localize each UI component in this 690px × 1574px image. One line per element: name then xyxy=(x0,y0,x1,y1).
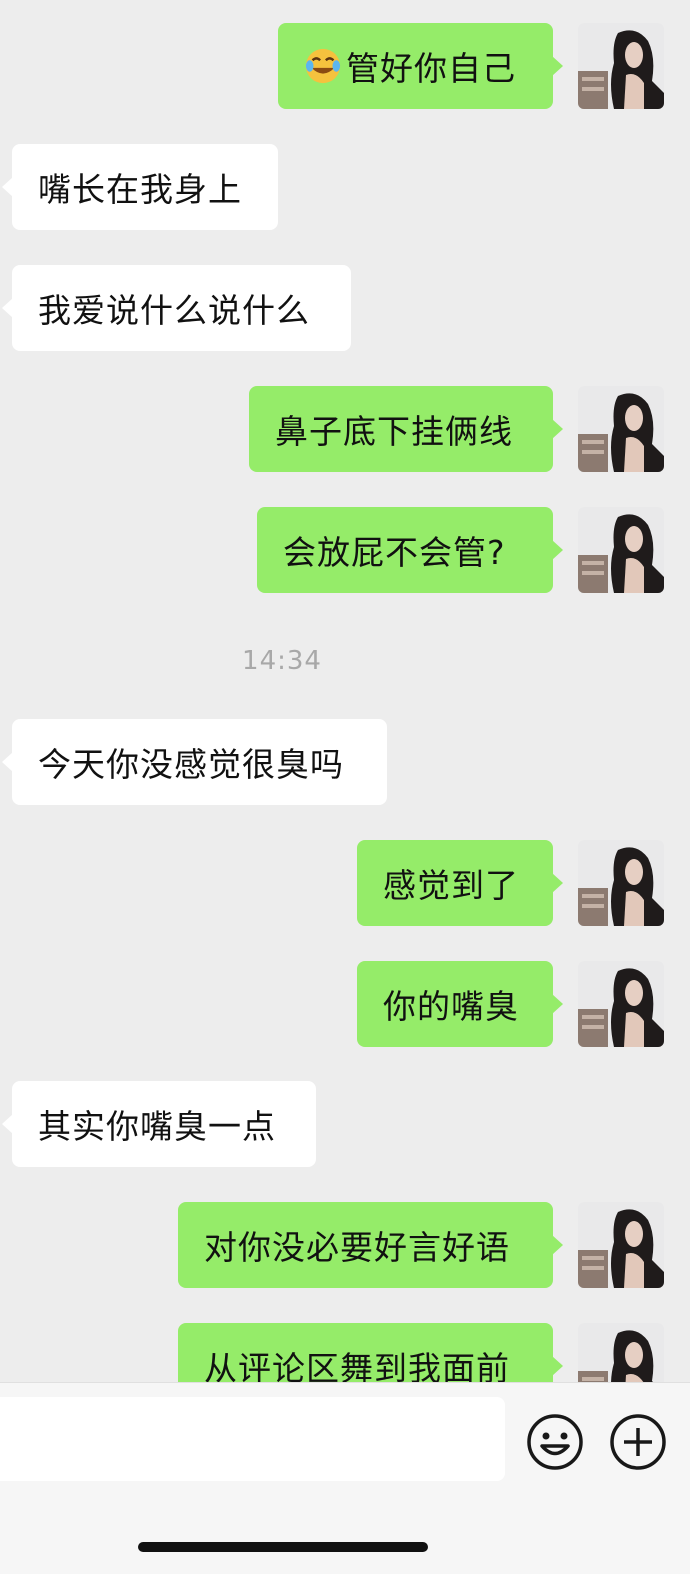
message-text: 我爱说什么说什么 xyxy=(38,291,310,330)
message-bubble-outgoing[interactable]: 会放屁不会管? xyxy=(257,507,563,593)
message-text: 你的嘴臭 xyxy=(383,987,519,1026)
message-row-incoming: 我爱说什么说什么 xyxy=(0,265,690,351)
message-bubble-outgoing[interactable]: 感觉到了 xyxy=(357,840,563,926)
message-text: 会放屁不会管? xyxy=(283,533,506,572)
avatar-photo xyxy=(578,961,664,1047)
avatar-photo xyxy=(578,507,664,593)
smiley-face-icon[interactable] xyxy=(526,1413,584,1471)
message-bubble-outgoing[interactable]: 从评论区舞到我面前 xyxy=(178,1323,563,1382)
message-row-outgoing: 从评论区舞到我面前 xyxy=(0,1323,690,1382)
message-bubble-incoming[interactable]: 嘴长在我身上 xyxy=(2,144,278,230)
message-row-outgoing: 感觉到了 xyxy=(0,840,690,926)
message-bubble-outgoing[interactable]: 对你没必要好言好语 xyxy=(178,1202,563,1288)
message-input[interactable] xyxy=(0,1397,505,1481)
chat-message-list[interactable]: 管好你自己 嘴长在我身上 我爱说什么说什么 鼻子底下挂俩线 会放屁不会管? 14… xyxy=(0,0,690,1382)
message-timestamp: 14:34 xyxy=(242,646,322,676)
my-avatar[interactable] xyxy=(578,386,664,472)
message-text: 对你没必要好言好语 xyxy=(204,1228,510,1267)
message-text: 管好你自己 xyxy=(346,49,516,88)
message-bubble-incoming[interactable]: 今天你没感觉很臭吗 xyxy=(2,719,387,805)
message-bubble-outgoing[interactable]: 鼻子底下挂俩线 xyxy=(249,386,563,472)
my-avatar[interactable] xyxy=(578,23,664,109)
message-text: 从评论区舞到我面前 xyxy=(204,1349,510,1382)
message-text: 今天你没感觉很臭吗 xyxy=(38,745,344,784)
my-avatar[interactable] xyxy=(578,961,664,1047)
message-text: 其实你嘴臭一点 xyxy=(38,1107,276,1146)
plus-circle-icon[interactable] xyxy=(609,1413,667,1471)
message-row-incoming: 今天你没感觉很臭吗 xyxy=(0,719,690,805)
avatar-photo xyxy=(578,840,664,926)
my-avatar[interactable] xyxy=(578,840,664,926)
message-row-incoming: 嘴长在我身上 xyxy=(0,144,690,230)
message-row-outgoing: 鼻子底下挂俩线 xyxy=(0,386,690,472)
chat-input-bar xyxy=(0,1382,690,1574)
message-text: 鼻子底下挂俩线 xyxy=(275,412,513,451)
message-text: 感觉到了 xyxy=(383,866,519,905)
avatar-photo xyxy=(578,23,664,109)
message-bubble-outgoing[interactable]: 管好你自己 xyxy=(278,23,563,109)
rolling-on-floor-laughing-emoji xyxy=(305,48,341,84)
message-row-outgoing: 管好你自己 xyxy=(0,23,690,109)
my-avatar[interactable] xyxy=(578,507,664,593)
message-bubble-outgoing[interactable]: 你的嘴臭 xyxy=(357,961,563,1047)
message-row-incoming: 其实你嘴臭一点 xyxy=(0,1081,690,1167)
my-avatar[interactable] xyxy=(578,1323,664,1382)
avatar-photo xyxy=(578,1202,664,1288)
avatar-photo xyxy=(578,386,664,472)
avatar-photo xyxy=(578,1323,664,1382)
home-indicator xyxy=(138,1542,428,1552)
message-row-outgoing: 对你没必要好言好语 xyxy=(0,1202,690,1288)
message-row-outgoing: 会放屁不会管? xyxy=(0,507,690,593)
my-avatar[interactable] xyxy=(578,1202,664,1288)
message-bubble-incoming[interactable]: 其实你嘴臭一点 xyxy=(2,1081,316,1167)
message-row-outgoing: 你的嘴臭 xyxy=(0,961,690,1047)
message-bubble-incoming[interactable]: 我爱说什么说什么 xyxy=(2,265,351,351)
message-text: 嘴长在我身上 xyxy=(38,170,242,209)
